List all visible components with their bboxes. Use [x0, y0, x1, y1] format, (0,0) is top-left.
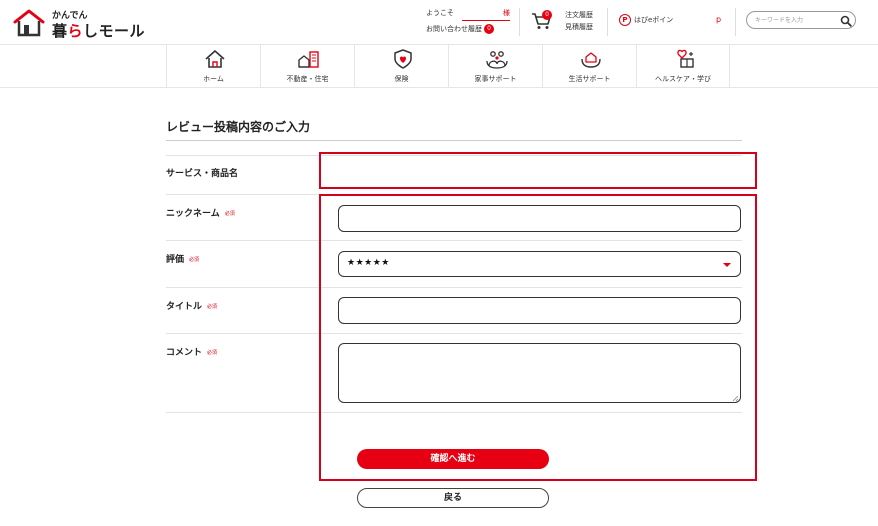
order-history-link[interactable]: 注文履歴: [565, 9, 593, 21]
nickname-label-text: ニックネーム: [166, 209, 220, 219]
title-divider: [166, 140, 742, 141]
nickname-label: ニックネーム 必須: [166, 206, 235, 219]
nav-item-home[interactable]: ホーム: [166, 45, 260, 88]
header-divider: [607, 8, 608, 36]
inquiry-history-label: お問い合わせ履歴: [426, 25, 482, 33]
logo-main-post: しモール: [83, 22, 146, 40]
hands-house-icon: [581, 52, 601, 68]
rating-label: 評価 必須: [166, 252, 199, 265]
highlight-box-form: [319, 194, 757, 481]
comment-label: コメント 必須: [166, 345, 217, 358]
username-underline: [462, 20, 510, 21]
inquiry-count-badge: 0: [484, 24, 494, 34]
nav-item-housework[interactable]: 家事サポート: [448, 45, 542, 88]
family-icon: [486, 51, 508, 69]
category-nav: ホーム 不動産・住宅 保険 家事サポート 生活サポート ヘルスケア・学び: [0, 44, 878, 88]
nav-item-life-support[interactable]: 生活サポート: [542, 45, 636, 88]
welcome-text: ようこそ: [426, 9, 454, 17]
comment-label-text: コメント: [166, 348, 203, 358]
header-divider: [735, 8, 736, 36]
honorific-text: 様: [503, 9, 510, 17]
product-name-label: サービス・商品名: [166, 169, 239, 179]
highlight-box-product: [319, 152, 757, 189]
nav-label: 生活サポート: [568, 75, 611, 83]
nav-label: 保険: [394, 75, 409, 83]
back-button[interactable]: 戻る: [357, 488, 549, 508]
shield-heart-icon: [394, 49, 412, 69]
inquiry-history-link[interactable]: お問い合わせ履歴 0: [426, 24, 494, 34]
nav-item-insurance[interactable]: 保険: [354, 45, 448, 88]
nav-item-healthcare[interactable]: ヘルスケア・学び: [636, 45, 730, 88]
estimate-history-link[interactable]: 見積履歴: [565, 21, 593, 33]
review-title-label-text: タイトル: [166, 302, 203, 312]
building-icon: [298, 51, 319, 68]
search-box: [746, 11, 856, 29]
points-label[interactable]: はぴeポイン: [634, 15, 673, 25]
required-badge: 必須: [207, 304, 218, 310]
logo-main-accent: ら: [67, 22, 84, 40]
house-logo-icon: [13, 9, 45, 37]
logo-main-text: 暮らしモール: [52, 20, 145, 41]
points-unit: p: [716, 15, 722, 24]
points-icon: P: [619, 14, 631, 26]
nav-label: 家事サポート: [474, 75, 517, 83]
health-book-icon: [677, 49, 694, 68]
form-title: レビュー投稿内容のご入力: [166, 120, 311, 134]
rating-label-text: 評価: [166, 255, 185, 265]
required-badge: 必須: [189, 257, 200, 263]
search-icon[interactable]: [840, 15, 852, 27]
site-logo[interactable]: かんでん 暮らしモール: [12, 6, 152, 40]
header-divider: [519, 8, 520, 36]
review-title-label: タイトル 必須: [166, 299, 217, 312]
home-icon: [205, 50, 225, 68]
required-badge: 必須: [224, 211, 235, 217]
cart-count-badge: 0: [542, 10, 552, 20]
nav-label: ホーム: [203, 75, 224, 83]
order-links: 注文履歴 見積履歴: [565, 9, 593, 33]
logo-main-pre: 暮: [52, 22, 68, 40]
nav-label: ヘルスケア・学び: [655, 75, 711, 83]
site-header: かんでん 暮らしモール ようこそ 様 お問い合わせ履歴 0 0 注文履歴 見積履歴…: [0, 0, 878, 44]
nav-label: 不動産・住宅: [286, 75, 329, 83]
nav-item-real-estate[interactable]: 不動産・住宅: [260, 45, 354, 88]
required-badge: 必須: [207, 350, 218, 356]
search-input[interactable]: [755, 15, 835, 26]
